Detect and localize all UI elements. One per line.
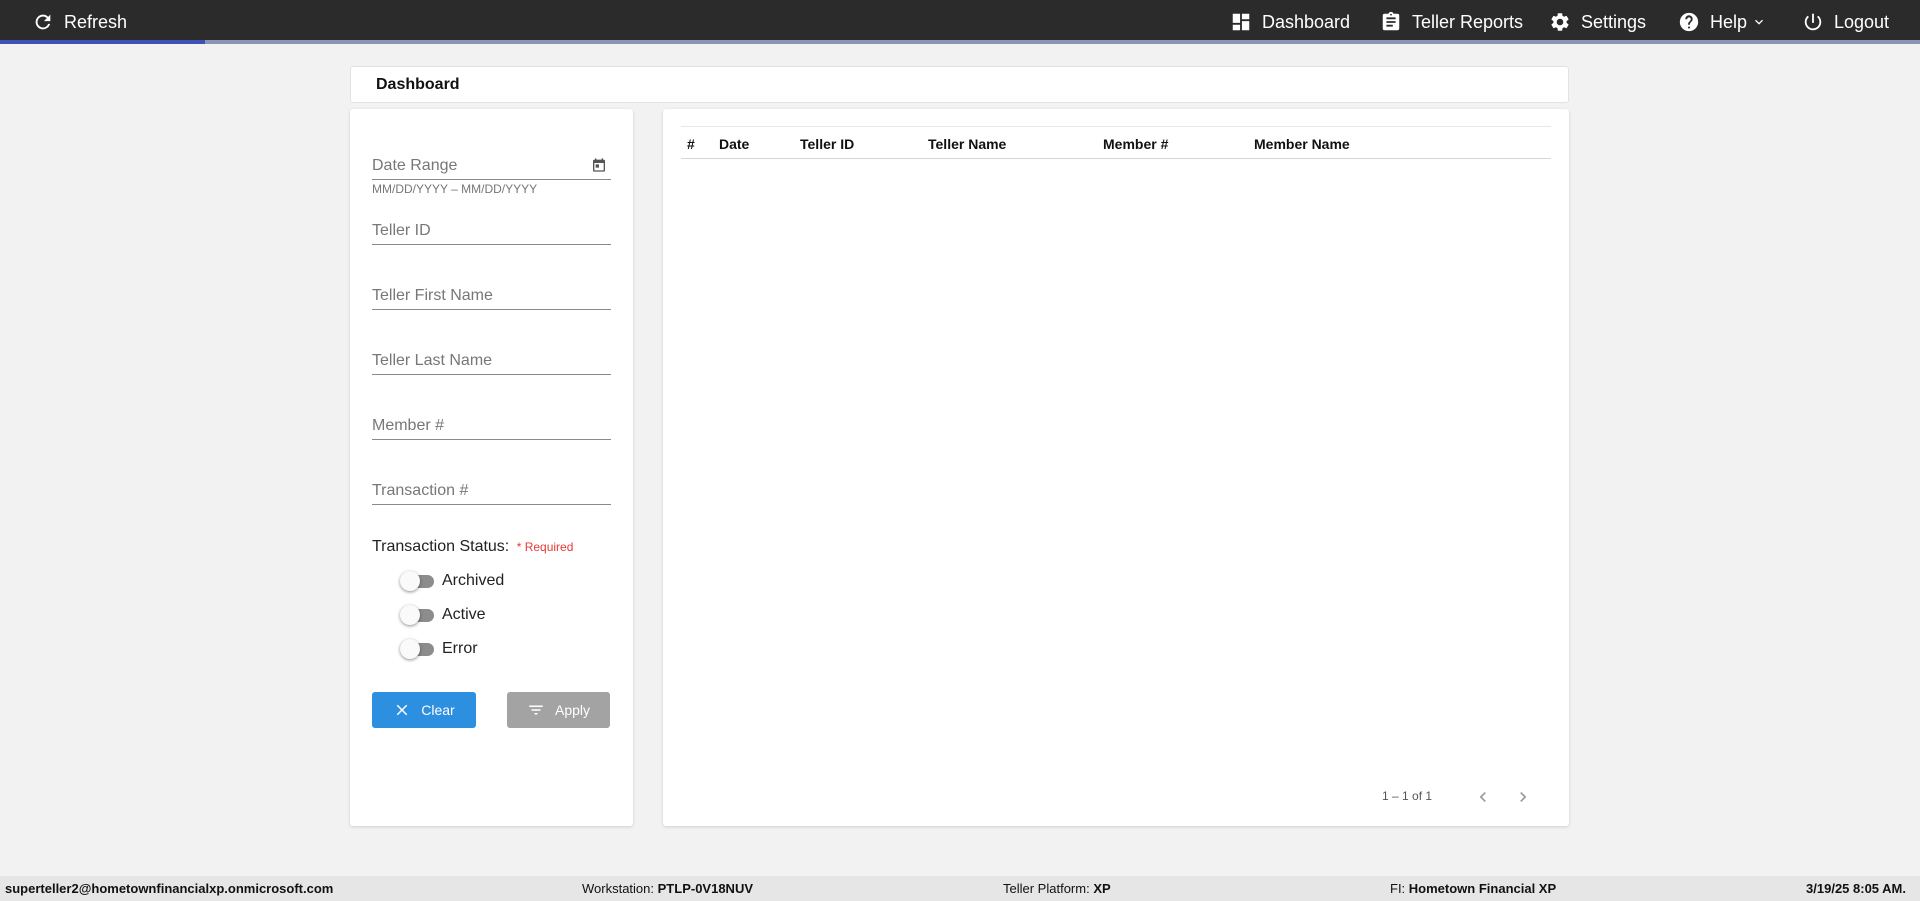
nav-dashboard[interactable]: Dashboard: [1230, 0, 1350, 44]
calendar-icon[interactable]: [591, 157, 607, 173]
results-panel: # Date Teller ID Teller Name Member # Me…: [663, 109, 1569, 826]
teller-first-name-field[interactable]: [372, 270, 611, 310]
page-title: Dashboard: [376, 75, 460, 93]
help-circle-icon: [1679, 12, 1699, 32]
chevron-down-icon: [1755, 19, 1764, 25]
nav-help-label: Help: [1710, 11, 1748, 32]
nav-dashboard-label: Dashboard: [1262, 11, 1351, 32]
gear-icon: [1551, 13, 1569, 31]
previous-page-button[interactable]: [1471, 785, 1495, 809]
nav-teller-reports-label: Teller Reports: [1412, 11, 1524, 32]
nav-teller-reports[interactable]: Teller Reports: [1380, 0, 1523, 44]
transaction-number-field[interactable]: [372, 465, 611, 505]
dashboard-icon: [1232, 13, 1250, 31]
archived-toggle[interactable]: [400, 571, 434, 591]
next-page-button[interactable]: [1511, 785, 1535, 809]
teller-first-name-input[interactable]: [372, 287, 582, 305]
chevron-left-icon: [1479, 792, 1486, 802]
teller-last-name-input[interactable]: [372, 352, 582, 370]
refresh-label: Refresh: [64, 11, 128, 32]
refresh-icon: [35, 14, 51, 30]
toggle-row-error: Error: [400, 639, 478, 659]
refresh-button[interactable]: Refresh: [32, 0, 127, 44]
date-range-input[interactable]: [372, 157, 582, 175]
active-label: Active: [442, 606, 486, 623]
pager-range: 1 – 1 of 1: [1382, 789, 1433, 803]
top-app-bar: Refresh Dashboard Teller Reports Setting…: [0, 0, 1920, 44]
error-label: Error: [442, 640, 478, 657]
footer-workstation-value: PTLP-0V18NUV: [657, 881, 754, 896]
error-toggle[interactable]: [400, 639, 434, 659]
clear-label: Clear: [421, 702, 455, 718]
nav-settings[interactable]: Settings: [1549, 0, 1646, 44]
chevron-right-icon: [1520, 792, 1527, 802]
column-header-index[interactable]: #: [687, 136, 695, 152]
column-header-member-number[interactable]: Member #: [1103, 136, 1168, 152]
progress-fill: [0, 40, 206, 44]
clipboard-icon: [1382, 11, 1400, 31]
clear-button[interactable]: Clear: [372, 692, 476, 728]
footer-fi-value: Hometown Financial XP: [1408, 881, 1557, 896]
teller-last-name-field[interactable]: [372, 335, 611, 375]
column-header-teller-name[interactable]: Teller Name: [928, 136, 1006, 152]
nav-logout[interactable]: Logout: [1802, 0, 1889, 44]
apply-button[interactable]: Apply: [507, 692, 610, 728]
date-range-hint: MM/DD/YYYY – MM/DD/YYYY: [372, 182, 538, 196]
nav-help-menu[interactable]: Help: [1678, 0, 1767, 44]
footer-platform-label: Teller Platform:: [1003, 881, 1090, 896]
nav-settings-label: Settings: [1581, 11, 1647, 32]
filter-panel: MM/DD/YYYY – MM/DD/YYYY Transaction Stat…: [350, 109, 633, 826]
footer-platform: Teller Platform: XP: [1003, 881, 1111, 896]
footer-fi: FI: Hometown Financial XP: [1390, 881, 1556, 896]
footer-fi-label: FI:: [1390, 881, 1406, 896]
page-title-card: Dashboard: [350, 66, 1569, 103]
transaction-status-label: Transaction Status: * Required: [372, 538, 573, 556]
footer-platform-value: XP: [1093, 881, 1111, 896]
status-footer: superteller2@hometownfinancialxp.onmicro…: [0, 876, 1920, 901]
required-indicator: * Required: [516, 540, 574, 554]
transaction-status-text: Transaction Status:: [372, 538, 510, 555]
nav-logout-label: Logout: [1834, 11, 1890, 32]
footer-datetime: 3/19/25 8:05 AM.: [1806, 881, 1906, 896]
footer-workstation: Workstation: PTLP-0V18NUV: [582, 881, 753, 896]
loading-progress-bar: [0, 40, 1920, 44]
toggle-row-active: Active: [400, 605, 486, 625]
toggle-row-archived: Archived: [400, 571, 504, 591]
apply-label: Apply: [554, 702, 591, 718]
column-header-teller-id[interactable]: Teller ID: [800, 136, 854, 152]
transaction-number-input[interactable]: [372, 482, 582, 500]
close-icon: [397, 704, 408, 716]
footer-user: superteller2@hometownfinancialxp.onmicro…: [5, 881, 334, 896]
archived-label: Archived: [442, 572, 505, 589]
footer-workstation-label: Workstation:: [582, 881, 655, 896]
power-icon: [1804, 13, 1822, 31]
member-number-field[interactable]: [372, 400, 611, 440]
teller-id-input[interactable]: [372, 222, 582, 240]
date-range-field[interactable]: [372, 140, 611, 180]
member-number-input[interactable]: [372, 417, 582, 435]
teller-id-field[interactable]: [372, 205, 611, 245]
column-header-date[interactable]: Date: [719, 136, 749, 152]
column-header-member-name[interactable]: Member Name: [1254, 136, 1350, 152]
filter-icon: [529, 705, 543, 715]
table-header: # Date Teller ID Teller Name Member # Me…: [681, 126, 1551, 159]
active-toggle[interactable]: [400, 605, 434, 625]
